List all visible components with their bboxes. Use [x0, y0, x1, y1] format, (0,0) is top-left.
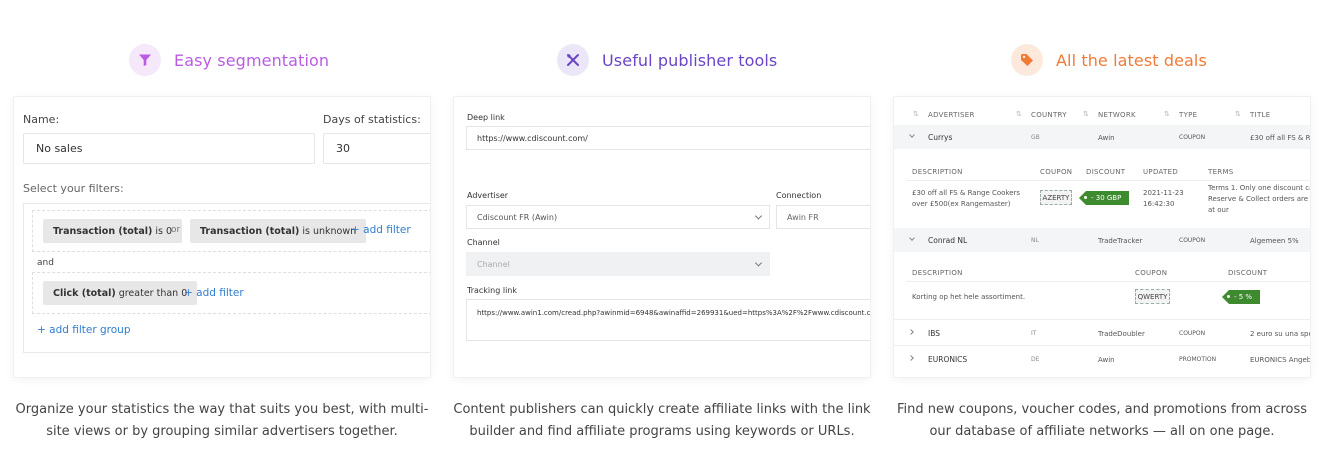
detail-terms: Terms 1. Only one discount can: [1208, 184, 1310, 192]
feature-description: Find new coupons, voucher codes, and pro…: [896, 402, 1308, 439]
detail-description: Korting op het hele assortiment.: [912, 293, 1026, 301]
detail-updated: 16:42:30: [1143, 200, 1175, 208]
type-cell: COUPON: [1179, 134, 1206, 141]
detail-updated: 2021-11-23: [1143, 189, 1184, 197]
advertiser-cell: IBS: [928, 329, 940, 338]
discount-tag: - 5 %: [1222, 290, 1261, 304]
detail-header: TERMS: [1208, 168, 1234, 176]
deep-link-input[interactable]: https://www.cdiscount.com/: [466, 126, 870, 150]
detail-header: COUPON: [1040, 168, 1073, 176]
type-cell: PROMOTION: [1179, 356, 1217, 363]
tag-icon: [1011, 44, 1043, 76]
tools-icon: [557, 44, 589, 76]
chevron-right-icon[interactable]: [908, 329, 914, 335]
column-header[interactable]: NETWORK: [1098, 111, 1136, 119]
feature-header-segmentation: Easy segmentation: [129, 44, 329, 76]
title-cell: Algemeen 5%: [1250, 237, 1299, 245]
network-cell: TradeTracker: [1098, 237, 1143, 245]
detail-header: DESCRIPTION: [912, 269, 963, 277]
feature-header-tools: Useful publisher tools: [557, 44, 777, 76]
name-label: Name:: [23, 113, 60, 126]
network-cell: Awin: [1098, 356, 1115, 364]
country-cell: IT: [1031, 330, 1037, 337]
deep-link-label: Deep link: [467, 113, 505, 122]
filter-chip[interactable]: Transaction (total) is unknown: [190, 219, 367, 243]
country-cell: DE: [1031, 356, 1040, 363]
advertiser-label: Advertiser: [467, 191, 509, 200]
title-cell: £30 off all FS & Ra: [1250, 134, 1310, 142]
publisher-tools-card: Deep link https://www.cdiscount.com/ Adv…: [454, 97, 870, 377]
detail-header: UPDATED: [1143, 168, 1179, 176]
segmentation-card: Name: No sales Days of statistics: 30 Se…: [14, 97, 430, 377]
days-input[interactable]: 30: [323, 133, 430, 164]
feature-header-deals: All the latest deals: [1011, 44, 1207, 76]
chevron-down-icon: [754, 212, 763, 220]
tracking-link-label: Tracking link: [467, 286, 517, 295]
network-cell: TradeDoubler: [1098, 330, 1145, 338]
type-cell: COUPON: [1179, 330, 1206, 337]
days-label: Days of statistics:: [323, 113, 421, 126]
and-label: and: [37, 258, 54, 268]
sort-icon[interactable]: ⇅: [913, 110, 919, 118]
coupon-code[interactable]: AZERTY: [1040, 190, 1072, 205]
channel-label: Channel: [467, 238, 500, 247]
chevron-right-icon[interactable]: [908, 355, 914, 361]
feature-description: Content publishers can quickly create af…: [453, 402, 871, 439]
filter-chip[interactable]: Transaction (total) is 0: [43, 219, 183, 243]
feature-title: Easy segmentation: [174, 50, 330, 70]
title-cell: 2 euro su una spe: [1250, 330, 1310, 338]
advertiser-select[interactable]: Cdiscount FR (Awin): [466, 205, 770, 229]
divider: [906, 281, 1310, 282]
channel-select[interactable]: Channel: [466, 252, 770, 276]
country-cell: NL: [1031, 237, 1039, 244]
country-cell: GB: [1031, 134, 1040, 141]
divider: [906, 180, 1310, 181]
sort-icon[interactable]: ⇅: [1164, 110, 1170, 118]
detail-header: COUPON: [1135, 269, 1168, 277]
discount-tag: - 30 GBP: [1079, 191, 1130, 205]
divider: [894, 345, 1310, 346]
sort-icon[interactable]: ⇅: [1016, 110, 1022, 118]
filter-icon: [129, 44, 161, 76]
chevron-down-icon: [754, 259, 763, 267]
feature-description: Organize your statistics the way that su…: [15, 402, 429, 439]
feature-title: All the latest deals: [1056, 50, 1207, 70]
filters-label: Select your filters:: [23, 182, 124, 195]
deals-card: ⇅ ADVERTISER ⇅ COUNTRY ⇅ NETWORK ⇅ TYPE …: [894, 97, 1310, 377]
sort-icon[interactable]: ⇅: [1083, 110, 1089, 118]
advertiser-cell: Conrad NL: [928, 236, 968, 245]
detail-header: DESCRIPTION: [912, 168, 963, 176]
detail-terms: at our: [1208, 206, 1229, 214]
advertiser-cell: EURONICS: [928, 355, 968, 364]
add-filter-link[interactable]: + add filter: [184, 287, 244, 299]
add-filter-group-link[interactable]: + add filter group: [37, 324, 131, 336]
advertiser-cell: Currys: [928, 133, 953, 142]
detail-terms: Reserve & Collect orders are ex: [1208, 195, 1310, 203]
detail-description: £30 off all FS & Range Cookers: [912, 189, 1021, 197]
connection-select[interactable]: Awin FR: [776, 205, 870, 229]
column-header[interactable]: COUNTRY: [1031, 111, 1067, 119]
add-filter-link[interactable]: + add filter: [351, 224, 411, 236]
detail-header: DISCOUNT: [1086, 168, 1126, 176]
detail-description: over £500(ex Rangemaster): [912, 200, 1011, 208]
title-cell: EURONICS Angeb: [1250, 356, 1310, 364]
column-header[interactable]: ADVERTISER: [928, 111, 975, 119]
sort-icon[interactable]: ⇅: [1235, 110, 1241, 118]
tracking-link-textarea[interactable]: https://www.awin1.com/cread.php?awinmid=…: [466, 299, 870, 341]
divider: [894, 319, 1310, 320]
filter-chip[interactable]: Click (total) greater than 0: [43, 281, 198, 305]
type-cell: COUPON: [1179, 237, 1206, 244]
coupon-code[interactable]: QWERTY: [1135, 289, 1170, 304]
detail-header: DISCOUNT: [1228, 269, 1268, 277]
feature-title: Useful publisher tools: [602, 50, 778, 70]
or-label: or: [171, 225, 181, 235]
column-header[interactable]: TYPE: [1179, 111, 1197, 119]
network-cell: Awin: [1098, 134, 1115, 142]
connection-label: Connection: [776, 191, 822, 200]
column-header[interactable]: TITLE: [1250, 111, 1270, 119]
name-input[interactable]: No sales: [23, 133, 315, 164]
